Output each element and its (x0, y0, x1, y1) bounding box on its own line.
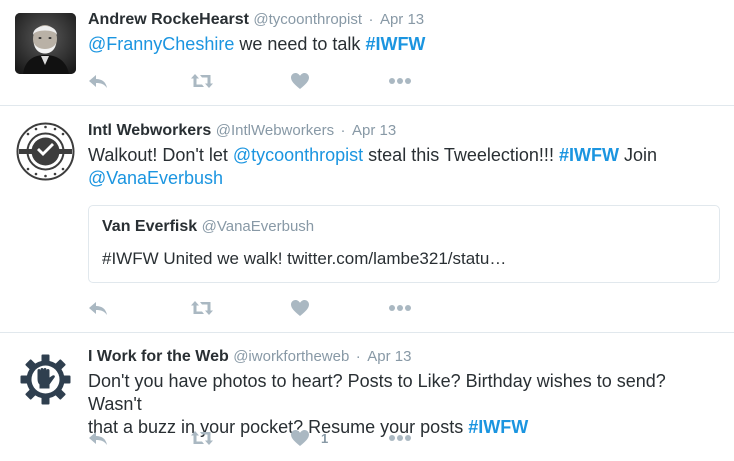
tweet-text: @FrannyCheshire we need to talk #IWFW (88, 33, 720, 56)
more-button[interactable] (388, 296, 412, 320)
like-button[interactable] (290, 69, 321, 93)
tweet-content: Intl Webworkers @IntlWebworkers · Apr 13… (88, 121, 720, 283)
ellipsis-icon (389, 435, 411, 441)
text-segment: steal this Tweelection!!! (363, 145, 559, 165)
text-segment: Join (618, 145, 657, 165)
tweet-header: Andrew RockeHearst @tycoonthropist · Apr… (88, 10, 720, 30)
tweet-actions (88, 69, 488, 93)
ellipsis-icon (389, 78, 411, 84)
heart-icon (291, 300, 309, 316)
union-seal-logo-icon (15, 121, 76, 182)
display-name[interactable]: Andrew RockeHearst (88, 11, 249, 28)
mention-link[interactable]: @tycoonthropist (233, 145, 363, 165)
retweet-button[interactable] (190, 69, 214, 93)
display-name[interactable]: I Work for the Web (88, 348, 229, 365)
avatar[interactable] (15, 13, 76, 74)
mention-link[interactable]: @VanaEverbush (88, 168, 223, 188)
timestamp[interactable]: Apr 13 (352, 122, 396, 139)
quote-header: Van Everfisk @VanaEverbush (102, 217, 706, 237)
tweet-header: I Work for the Web @iworkfortheweb · Apr… (88, 347, 720, 367)
text-segment: Don't you have photos to heart? Posts to… (88, 371, 666, 414)
text-segment: Walkout! Don't let (88, 145, 233, 165)
more-button[interactable] (388, 426, 412, 450)
tweet[interactable]: Andrew RockeHearst @tycoonthropist · Apr… (0, 0, 734, 106)
like-count: 1 (321, 430, 329, 446)
timeline: Andrew RockeHearst @tycoonthropist · Apr… (0, 0, 734, 461)
avatar[interactable] (15, 349, 76, 410)
retweet-icon (191, 74, 213, 88)
quote-display-name: Van Everfisk (102, 218, 198, 235)
separator: · (355, 348, 361, 365)
username[interactable]: @tycoonthropist (253, 11, 362, 28)
quote-text: #IWFW United we walk! twitter.com/lambe3… (102, 249, 507, 268)
retweet-button[interactable] (190, 296, 214, 320)
text-segment: we need to talk (234, 34, 366, 54)
retweet-icon (191, 431, 213, 445)
username[interactable]: @IntlWebworkers (216, 122, 334, 139)
display-name[interactable]: Intl Webworkers (88, 122, 211, 139)
separator: · (340, 122, 346, 139)
like-button[interactable]: 1 (290, 426, 328, 450)
tweet[interactable]: Intl Webworkers @IntlWebworkers · Apr 13… (0, 107, 734, 333)
separator: · (368, 11, 374, 28)
tweet-text: Walkout! Don't let @tycoonthropist steal… (88, 144, 720, 190)
avatar[interactable] (15, 121, 76, 182)
portrait-photo-icon (15, 13, 76, 74)
tweet[interactable]: I Work for the Web @iworkfortheweb · Apr… (0, 334, 734, 461)
timestamp[interactable]: Apr 13 (380, 11, 424, 28)
reply-button[interactable] (88, 69, 108, 93)
mention-link[interactable]: @FrannyCheshire (88, 34, 234, 54)
hashtag-link[interactable]: #IWFW (365, 34, 425, 54)
tweet-actions: 1 (88, 426, 488, 450)
gear-fist-logo-icon (15, 349, 76, 410)
username[interactable]: @iworkfortheweb (233, 348, 349, 365)
quoted-tweet[interactable]: Van Everfisk @VanaEverbush #IWFW United … (88, 205, 720, 283)
reply-icon (89, 75, 107, 88)
reply-button[interactable] (88, 426, 108, 450)
tweet-content: Andrew RockeHearst @tycoonthropist · Apr… (88, 10, 720, 56)
reply-button[interactable] (88, 296, 108, 320)
heart-icon (291, 430, 309, 446)
reply-icon (89, 432, 107, 445)
hashtag-link[interactable]: #IWFW (559, 145, 619, 165)
quote-username: @VanaEverbush (201, 218, 315, 235)
heart-icon (291, 73, 309, 89)
retweet-icon (191, 301, 213, 315)
like-button[interactable] (290, 296, 321, 320)
tweet-actions (88, 296, 488, 320)
reply-icon (89, 302, 107, 315)
ellipsis-icon (389, 305, 411, 311)
more-button[interactable] (388, 69, 412, 93)
retweet-button[interactable] (190, 426, 214, 450)
tweet-header: Intl Webworkers @IntlWebworkers · Apr 13 (88, 121, 720, 141)
timestamp[interactable]: Apr 13 (367, 348, 411, 365)
